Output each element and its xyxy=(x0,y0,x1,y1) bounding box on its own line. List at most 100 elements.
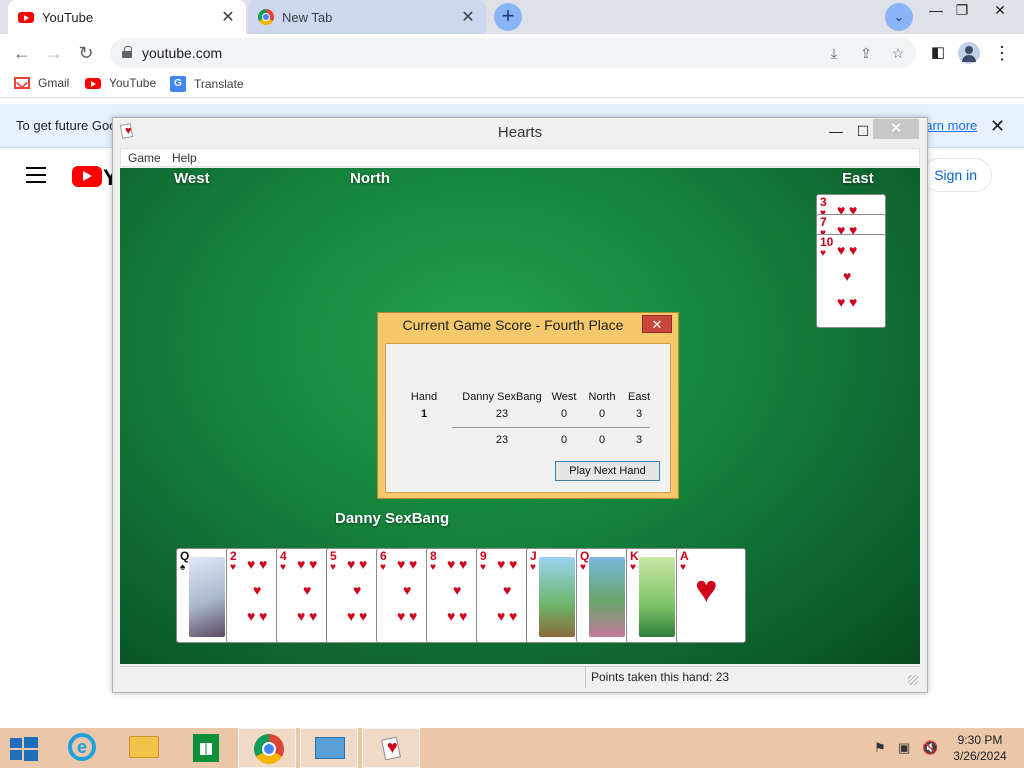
close-tab-icon[interactable]: ✕ xyxy=(220,7,236,27)
gmail-icon xyxy=(14,77,30,89)
taskbar-chrome[interactable] xyxy=(238,728,296,768)
heart-pip-icon: ♥ xyxy=(353,582,362,598)
score-header-player: Danny SexBang xyxy=(462,391,542,403)
clock[interactable]: 9:30 PM 3/26/2024 xyxy=(950,732,1010,764)
taskbar-store[interactable] xyxy=(176,728,234,768)
score-cell-east: 3 xyxy=(635,408,643,420)
heart-pip-icon: ♥ xyxy=(497,608,506,624)
more-menu-icon[interactable]: ⋮ xyxy=(988,39,1016,67)
heart-pip-icon: ♥ xyxy=(359,608,368,624)
player-west-label: West xyxy=(174,170,210,187)
score-total-east: 3 xyxy=(635,434,643,446)
card-rank: 2 xyxy=(230,549,237,563)
bookmark-label: YouTube xyxy=(109,76,157,90)
hearts-suit-icon: ♥ xyxy=(330,562,336,573)
close-tab-icon[interactable]: ✕ xyxy=(460,7,476,27)
player-north-label: North xyxy=(350,170,390,187)
card-rank: A xyxy=(680,549,689,563)
heart-pip-icon: ♥ xyxy=(309,608,318,624)
card-rank: 10 xyxy=(820,235,834,249)
install-icon[interactable]: ⤓ xyxy=(824,43,844,63)
heart-pip-icon: ♥ xyxy=(403,582,412,598)
url-text[interactable]: youtube.com xyxy=(142,45,222,61)
card-rank: 5 xyxy=(330,549,337,563)
restore-icon[interactable]: ❐ xyxy=(946,2,978,22)
card-a-of-hearts[interactable]: A ♥ ♥ xyxy=(676,548,746,643)
heart-pip-icon: ♥ xyxy=(297,556,306,572)
taskbar-internet-explorer[interactable]: e xyxy=(52,728,110,768)
hearts-suit-icon: ♥ xyxy=(280,562,286,573)
tab-youtube[interactable]: YouTube ✕ xyxy=(8,0,246,34)
bookmark-gmail[interactable]: Gmail xyxy=(14,76,69,90)
heart-pip-icon: ♥ xyxy=(247,556,256,572)
chrome-icon xyxy=(258,9,274,25)
score-total-west: 0 xyxy=(560,434,568,446)
card-rank: K xyxy=(630,549,639,563)
card-face-art xyxy=(539,557,575,637)
heart-pip-icon: ♥ xyxy=(397,608,406,624)
play-next-hand-button[interactable]: Play Next Hand xyxy=(555,461,660,481)
dialog-close-icon[interactable]: ✕ xyxy=(642,315,672,333)
reload-icon[interactable]: ↻ xyxy=(72,39,100,67)
minimize-icon[interactable]: — xyxy=(823,121,849,141)
score-dialog-title: Current Game Score - Fourth Place xyxy=(402,317,624,333)
heart-pip-icon: ♥ xyxy=(509,556,518,572)
taskbar-control-panel[interactable] xyxy=(300,728,358,768)
forward-icon[interactable]: → xyxy=(40,39,68,67)
browser-toolbar: ← → ↻ youtube.com ⤓ ⇪ ☆ ◧ ⋮ xyxy=(0,34,1024,72)
clock-time: 9:30 PM xyxy=(957,733,1003,747)
tab-new-tab[interactable]: New Tab ✕ xyxy=(248,0,486,34)
score-divider xyxy=(452,427,650,428)
taskbar-file-explorer[interactable] xyxy=(114,728,172,768)
close-window-icon[interactable]: ✕ xyxy=(873,119,919,139)
close-window-icon[interactable]: ✕ xyxy=(984,2,1016,22)
window-title: Hearts xyxy=(497,124,543,141)
points-taken-text: Points taken this hand: 23 xyxy=(591,670,730,684)
menu-help[interactable]: Help xyxy=(172,151,197,165)
heart-pip-icon: ♥ xyxy=(347,556,356,572)
hearts-suit-icon: ♥ xyxy=(580,562,586,573)
volume-muted-icon[interactable]: 🔇 xyxy=(922,740,938,756)
heart-pip-icon: ♥ xyxy=(849,242,858,258)
heart-pip-icon: ♥ xyxy=(837,294,846,310)
info-bar-close-icon[interactable]: ✕ xyxy=(990,116,1005,137)
side-panel-icon[interactable]: ◧ xyxy=(924,39,952,67)
bookmark-translate[interactable]: G Translate xyxy=(170,76,244,92)
resize-grip-icon[interactable] xyxy=(908,675,918,685)
hearts-suit-icon: ♥ xyxy=(430,562,436,573)
taskbar: e ♥ ⚑ ▣ 🔇 9:30 PM 3/26/2024 xyxy=(0,728,1024,768)
heart-pip-icon: ♥ xyxy=(309,556,318,572)
hearts-title-bar[interactable]: ♥ Hearts — ☐ ✕ xyxy=(113,118,927,147)
score-header-north: North xyxy=(588,391,616,403)
youtube-icon xyxy=(85,77,101,89)
heart-pip-icon: ♥ xyxy=(837,242,846,258)
bookmark-youtube[interactable]: YouTube xyxy=(85,76,156,90)
hearts-app-icon: ♥ xyxy=(380,736,405,762)
address-bar[interactable]: youtube.com ⤓ ⇪ ☆ xyxy=(110,38,916,68)
heart-pip-icon: ♥ xyxy=(843,268,852,284)
score-total-north: 0 xyxy=(598,434,606,446)
heart-pip-icon: ♥ xyxy=(409,608,418,624)
bookmark-star-icon[interactable]: ☆ xyxy=(888,43,908,63)
hamburger-menu-icon[interactable] xyxy=(26,167,46,183)
heart-pip-icon: ♥ xyxy=(259,556,268,572)
card-rank: 7 xyxy=(820,215,827,229)
youtube-logo-icon[interactable] xyxy=(72,166,102,187)
translate-icon: G xyxy=(170,76,186,92)
tab-search-chevron-icon[interactable]: ⌄ xyxy=(885,3,913,31)
lock-icon[interactable] xyxy=(122,46,132,58)
menu-game[interactable]: Game xyxy=(128,151,161,165)
taskbar-hearts[interactable]: ♥ xyxy=(362,728,420,768)
start-windows-icon[interactable] xyxy=(10,737,38,761)
heart-pip-icon: ♥ xyxy=(503,582,512,598)
share-icon[interactable]: ⇪ xyxy=(856,43,876,63)
flag-icon[interactable]: ⚑ xyxy=(874,740,886,756)
profile-avatar-icon[interactable] xyxy=(958,42,980,64)
sign-in-button[interactable]: Sign in xyxy=(922,158,992,192)
network-icon[interactable]: ▣ xyxy=(898,740,910,756)
card-rank: J xyxy=(530,549,537,563)
new-tab-button[interactable]: + xyxy=(494,3,522,31)
card-face-art xyxy=(589,557,625,637)
back-icon[interactable]: ← xyxy=(8,39,36,67)
internet-explorer-icon: e xyxy=(68,733,96,761)
